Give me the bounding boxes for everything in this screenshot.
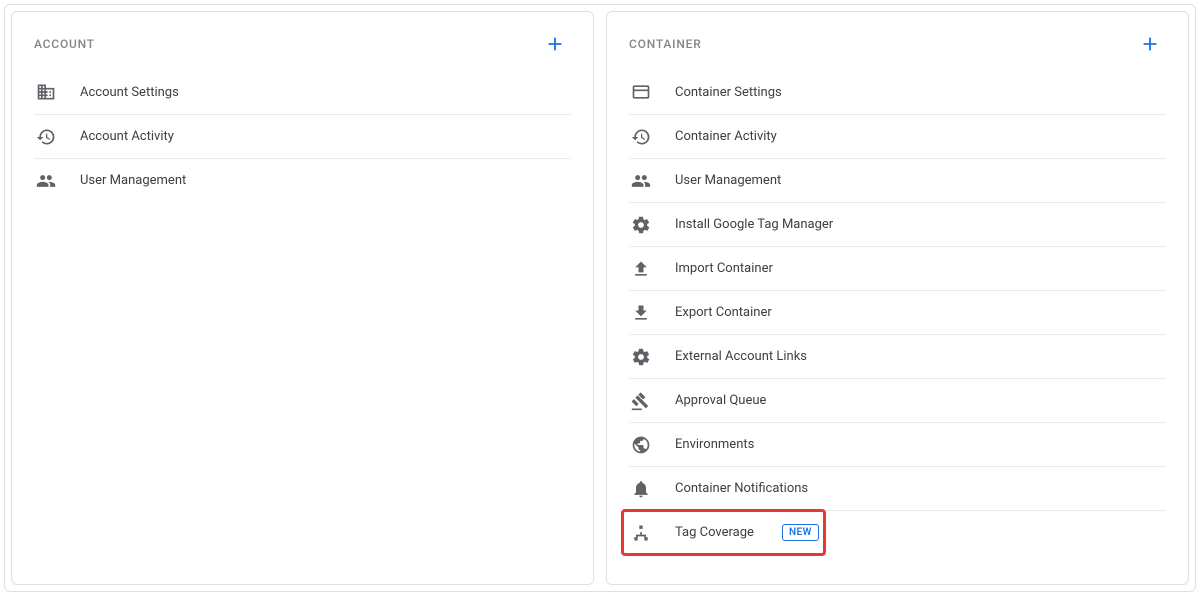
container-card-header: CONTAINER xyxy=(607,12,1188,64)
container-settings-label: Container Settings xyxy=(675,85,782,100)
new-badge: NEW xyxy=(782,524,819,541)
export-container-row[interactable]: Export Container xyxy=(629,290,1166,334)
plus-icon xyxy=(544,33,566,55)
install-gtm-label: Install Google Tag Manager xyxy=(675,217,833,232)
approval-queue-row[interactable]: Approval Queue xyxy=(629,378,1166,422)
container-users-label: User Management xyxy=(675,173,781,188)
gavel-icon xyxy=(629,389,653,413)
container-activity-label: Container Activity xyxy=(675,129,777,144)
container-settings-row[interactable]: Container Settings xyxy=(629,70,1166,114)
account-activity-row[interactable]: Account Activity xyxy=(34,114,571,158)
container-users-row[interactable]: User Management xyxy=(629,158,1166,202)
history-icon xyxy=(629,125,653,149)
environments-row[interactable]: Environments xyxy=(629,422,1166,466)
gear-icon xyxy=(629,345,653,369)
sitemap-icon xyxy=(629,521,653,545)
account-card: ACCOUNT Account Settings Account Activit… xyxy=(11,11,594,585)
container-card: CONTAINER Container Settings Container A… xyxy=(606,11,1189,585)
admin-panel: ACCOUNT Account Settings Account Activit… xyxy=(4,4,1196,592)
plus-icon xyxy=(1139,33,1161,55)
container-card-title: CONTAINER xyxy=(629,37,702,51)
domain-icon xyxy=(34,80,58,104)
approval-queue-label: Approval Queue xyxy=(675,393,766,408)
gear-icon xyxy=(629,213,653,237)
history-icon xyxy=(34,125,58,149)
people-icon xyxy=(34,169,58,193)
environments-label: Environments xyxy=(675,437,754,452)
bell-icon xyxy=(629,477,653,501)
account-users-label: User Management xyxy=(80,173,186,188)
tag-coverage-label: Tag Coverage xyxy=(675,525,754,540)
install-gtm-row[interactable]: Install Google Tag Manager xyxy=(629,202,1166,246)
account-users-row[interactable]: User Management xyxy=(34,158,571,202)
notifications-label: Container Notifications xyxy=(675,481,808,496)
add-account-button[interactable] xyxy=(539,28,571,60)
tag-coverage-row[interactable]: Tag Coverage NEW xyxy=(629,510,1166,554)
globe-icon xyxy=(629,433,653,457)
account-card-title: ACCOUNT xyxy=(34,37,95,51)
account-list: Account Settings Account Activity User M… xyxy=(12,64,593,210)
upload-icon xyxy=(629,257,653,281)
account-activity-label: Account Activity xyxy=(80,129,174,144)
add-container-button[interactable] xyxy=(1134,28,1166,60)
container-list: Container Settings Container Activity Us… xyxy=(607,64,1188,562)
account-settings-row[interactable]: Account Settings xyxy=(34,70,571,114)
web-icon xyxy=(629,80,653,104)
people-icon xyxy=(629,169,653,193)
notifications-row[interactable]: Container Notifications xyxy=(629,466,1166,510)
export-container-label: Export Container xyxy=(675,305,772,320)
account-card-header: ACCOUNT xyxy=(12,12,593,64)
external-links-row[interactable]: External Account Links xyxy=(629,334,1166,378)
account-settings-label: Account Settings xyxy=(80,85,179,100)
download-icon xyxy=(629,301,653,325)
external-links-label: External Account Links xyxy=(675,349,807,364)
import-container-row[interactable]: Import Container xyxy=(629,246,1166,290)
import-container-label: Import Container xyxy=(675,261,773,276)
container-activity-row[interactable]: Container Activity xyxy=(629,114,1166,158)
